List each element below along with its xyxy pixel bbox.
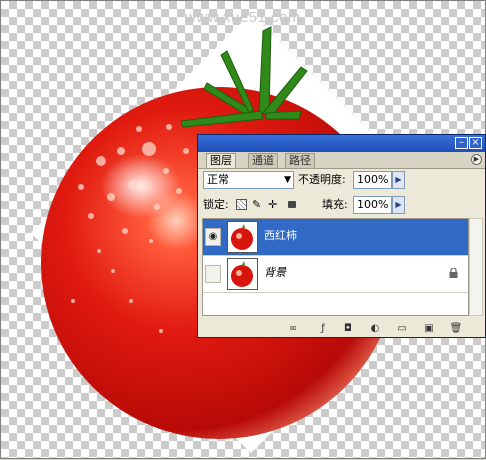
blend-mode-select[interactable]: 正常 ▼ bbox=[203, 171, 294, 189]
opacity-label: 不透明度: bbox=[298, 173, 346, 186]
opacity-slider-button[interactable]: ▶ bbox=[392, 171, 405, 189]
layer-row-background[interactable]: 背景 bbox=[203, 256, 468, 293]
palette-titlebar[interactable]: – × bbox=[198, 135, 485, 152]
tab-paths[interactable]: 路径 bbox=[285, 153, 315, 168]
watermark-text: www.xue51.com bbox=[185, 9, 301, 26]
tab-layers[interactable]: 图层 bbox=[206, 153, 236, 168]
layers-palette[interactable]: – × 图层 通道 路径 ▶ 正常 ▼ 不透明度: 100% ▶ 锁定: ✎ ✛… bbox=[197, 134, 486, 338]
lock-position-icon[interactable]: ✛ bbox=[268, 196, 277, 214]
lock-icon bbox=[449, 268, 458, 278]
lock-image-pixels-icon[interactable]: ✎ bbox=[252, 196, 261, 214]
new-group-icon[interactable]: ▭ bbox=[395, 322, 409, 335]
layer-style-icon[interactable]: ƒ bbox=[316, 322, 330, 335]
blend-mode-value: 正常 bbox=[207, 173, 229, 186]
minimize-icon[interactable]: – bbox=[455, 137, 468, 149]
opacity-input[interactable]: 100% bbox=[353, 171, 392, 189]
fill-input[interactable]: 100% bbox=[353, 196, 392, 214]
new-layer-icon[interactable]: ▣ bbox=[422, 322, 436, 335]
layer-row-tomato[interactable]: ◉ 西红柿 bbox=[203, 219, 468, 256]
add-mask-icon[interactable]: ◘ bbox=[341, 322, 355, 335]
trash-icon[interactable]: 🗑 bbox=[449, 322, 463, 335]
palette-tabs: 图层 通道 路径 ▶ bbox=[198, 152, 485, 169]
tomato-highlight bbox=[101, 154, 181, 218]
fill-slider-button[interactable]: ▶ bbox=[392, 196, 405, 214]
lock-label: 锁定: bbox=[203, 198, 229, 211]
chevron-down-icon: ▼ bbox=[284, 175, 291, 185]
layers-list: ◉ 西红柿 背景 bbox=[202, 218, 469, 316]
palette-menu-icon[interactable]: ▶ bbox=[471, 154, 482, 165]
visibility-toggle[interactable] bbox=[205, 265, 221, 283]
layers-scrollbar[interactable] bbox=[469, 218, 483, 316]
palette-bottom-bar: ∞ ƒ ◘ ◐ ▭ ▣ 🗑 bbox=[198, 319, 485, 337]
fill-label: 填充: bbox=[322, 198, 348, 211]
layer-name: 西红柿 bbox=[264, 229, 297, 242]
layer-thumbnail bbox=[227, 221, 258, 253]
close-icon[interactable]: × bbox=[469, 137, 482, 149]
document-canvas[interactable]: www.xue51.com – × 图层 通道 路径 ▶ 正常 ▼ 不透明度: … bbox=[0, 0, 486, 459]
layer-thumbnail bbox=[227, 258, 258, 290]
tab-channels[interactable]: 通道 bbox=[248, 153, 278, 168]
lock-all-icon[interactable] bbox=[288, 201, 296, 208]
lock-transparent-pixels-icon[interactable] bbox=[236, 199, 247, 210]
layer-name: 背景 bbox=[264, 266, 286, 279]
link-layers-icon[interactable]: ∞ bbox=[286, 322, 300, 335]
eye-icon[interactable]: ◉ bbox=[205, 228, 221, 246]
adjustment-layer-icon[interactable]: ◐ bbox=[368, 322, 382, 335]
